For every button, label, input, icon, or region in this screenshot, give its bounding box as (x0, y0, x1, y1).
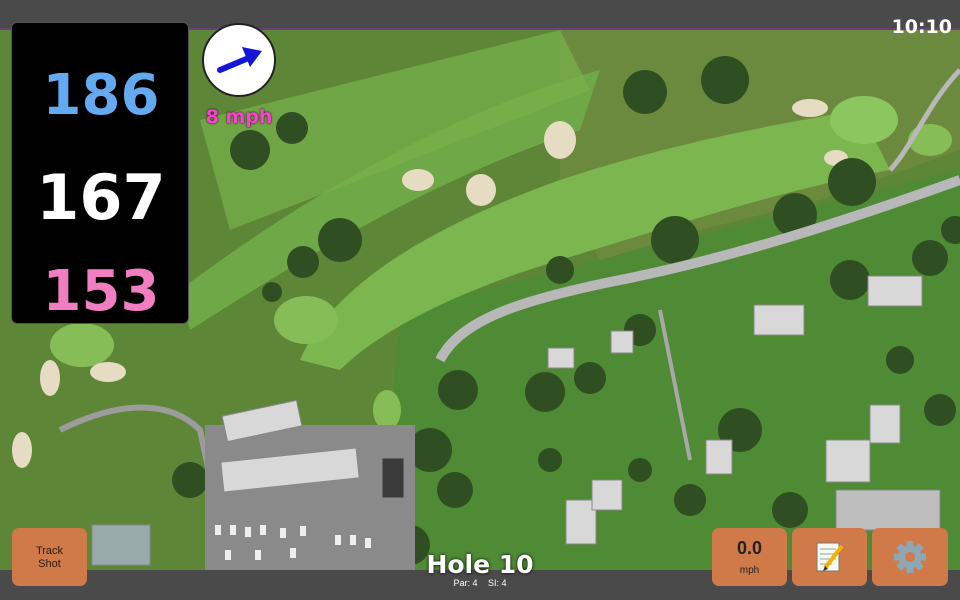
hole-par: Par: 4 (453, 578, 478, 588)
distance-center-of-green: 167 (36, 161, 166, 234)
track-shot-label-line1: Track (35, 545, 64, 557)
wind-speed-label: 8 mph (205, 106, 273, 128)
hole-stroke-index: SI: 4 (488, 578, 507, 588)
speed-value: 0.0 (736, 538, 763, 558)
distance-front-of-green: 153 (42, 259, 160, 324)
speed-display[interactable]: 0.0 mph (712, 528, 787, 586)
status-clock: 10:10 (891, 16, 952, 38)
hole-title: Hole 10 (426, 550, 534, 579)
track-shot-button[interactable]: Track Shot (12, 528, 87, 586)
wind-direction-indicator (202, 23, 276, 97)
distance-back-of-green: 186 (42, 63, 160, 128)
arrow-icon (217, 47, 262, 73)
settings-button[interactable] (872, 528, 948, 586)
gear-icon (894, 541, 926, 573)
speed-unit: mph (739, 565, 760, 576)
hole-details: Par: 4 SI: 4 (380, 578, 580, 588)
track-shot-label-line2: Shot (38, 558, 61, 570)
notepad-icon (816, 542, 844, 572)
notes-button[interactable] (792, 528, 867, 586)
distance-panel: 186 167 153 (11, 22, 189, 324)
golf-gps-screen: 10:10 186 167 153 8 mph Track Shot Hole … (0, 0, 960, 600)
